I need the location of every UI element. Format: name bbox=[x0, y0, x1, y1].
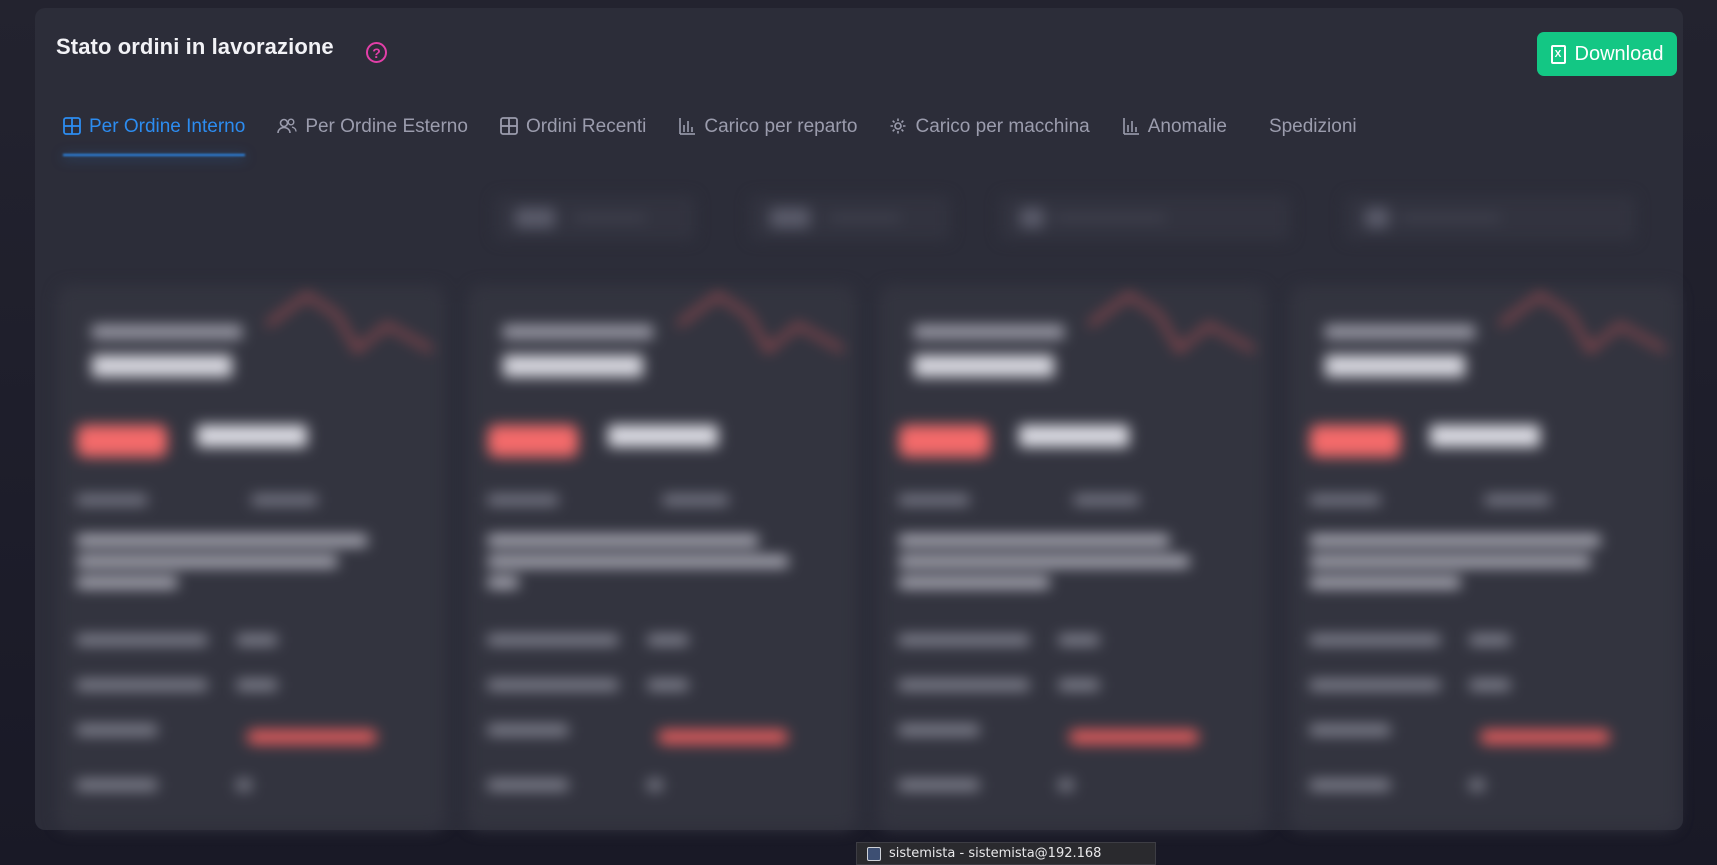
sparkline bbox=[267, 293, 433, 353]
excel-file-icon: X bbox=[1550, 44, 1566, 64]
filter-field[interactable] bbox=[495, 196, 695, 240]
sparkline bbox=[678, 293, 844, 353]
bar-chart-icon bbox=[1122, 118, 1139, 135]
order-card[interactable] bbox=[57, 285, 445, 830]
filter-field[interactable] bbox=[750, 196, 950, 240]
filter-field[interactable] bbox=[1000, 196, 1290, 240]
order-card[interactable] bbox=[1290, 285, 1678, 830]
grid-icon bbox=[63, 117, 81, 135]
tab-carico-per-reparto[interactable]: Carico per reparto bbox=[678, 116, 857, 152]
tab-label: Anomalie bbox=[1147, 116, 1227, 137]
download-button[interactable]: X Download bbox=[1537, 32, 1677, 76]
tab-label: Spedizioni bbox=[1268, 116, 1357, 137]
tab-ordini-recenti[interactable]: Ordini Recenti bbox=[500, 116, 646, 152]
tab-label: Per Ordine Esterno bbox=[305, 116, 468, 137]
bar-chart-icon bbox=[679, 118, 696, 135]
tab-carico-per-macchina[interactable]: Carico per macchina bbox=[889, 116, 1090, 152]
tab-label: Carico per reparto bbox=[704, 116, 858, 137]
sparkline bbox=[1500, 293, 1666, 353]
filter-field[interactable] bbox=[1345, 196, 1635, 240]
taskbar-tooltip: sistemista - sistemista@192.168 bbox=[856, 842, 1156, 865]
terminal-icon bbox=[867, 846, 881, 861]
sparkline bbox=[1089, 293, 1255, 353]
tab-label: Ordini Recenti bbox=[525, 116, 647, 137]
tooltip-text: sistemista - sistemista@192.168 bbox=[889, 846, 1102, 861]
tab-spedizioni[interactable]: Spedizioni bbox=[1269, 116, 1357, 152]
tab-per-ordine-interno[interactable]: Per Ordine Interno bbox=[63, 116, 245, 152]
tab-per-ordine-esterno[interactable]: Per Ordine Esterno bbox=[277, 116, 468, 152]
order-card[interactable] bbox=[879, 285, 1267, 830]
tab-label: Per Ordine Interno bbox=[89, 116, 246, 137]
tab-anomalie[interactable]: Anomalie bbox=[1122, 116, 1227, 152]
tab-bar: Per Ordine Interno Per Ordine Esterno Or… bbox=[63, 116, 1357, 152]
gear-icon bbox=[890, 118, 906, 134]
users-icon bbox=[277, 118, 298, 134]
page-title: Stato ordini in lavorazione bbox=[56, 34, 334, 59]
question-circle-icon[interactable]: ? bbox=[366, 42, 387, 63]
grid-icon bbox=[500, 117, 518, 135]
download-button-label: Download bbox=[1574, 42, 1664, 65]
tab-label: Carico per macchina bbox=[915, 116, 1090, 137]
order-card[interactable] bbox=[468, 285, 856, 830]
